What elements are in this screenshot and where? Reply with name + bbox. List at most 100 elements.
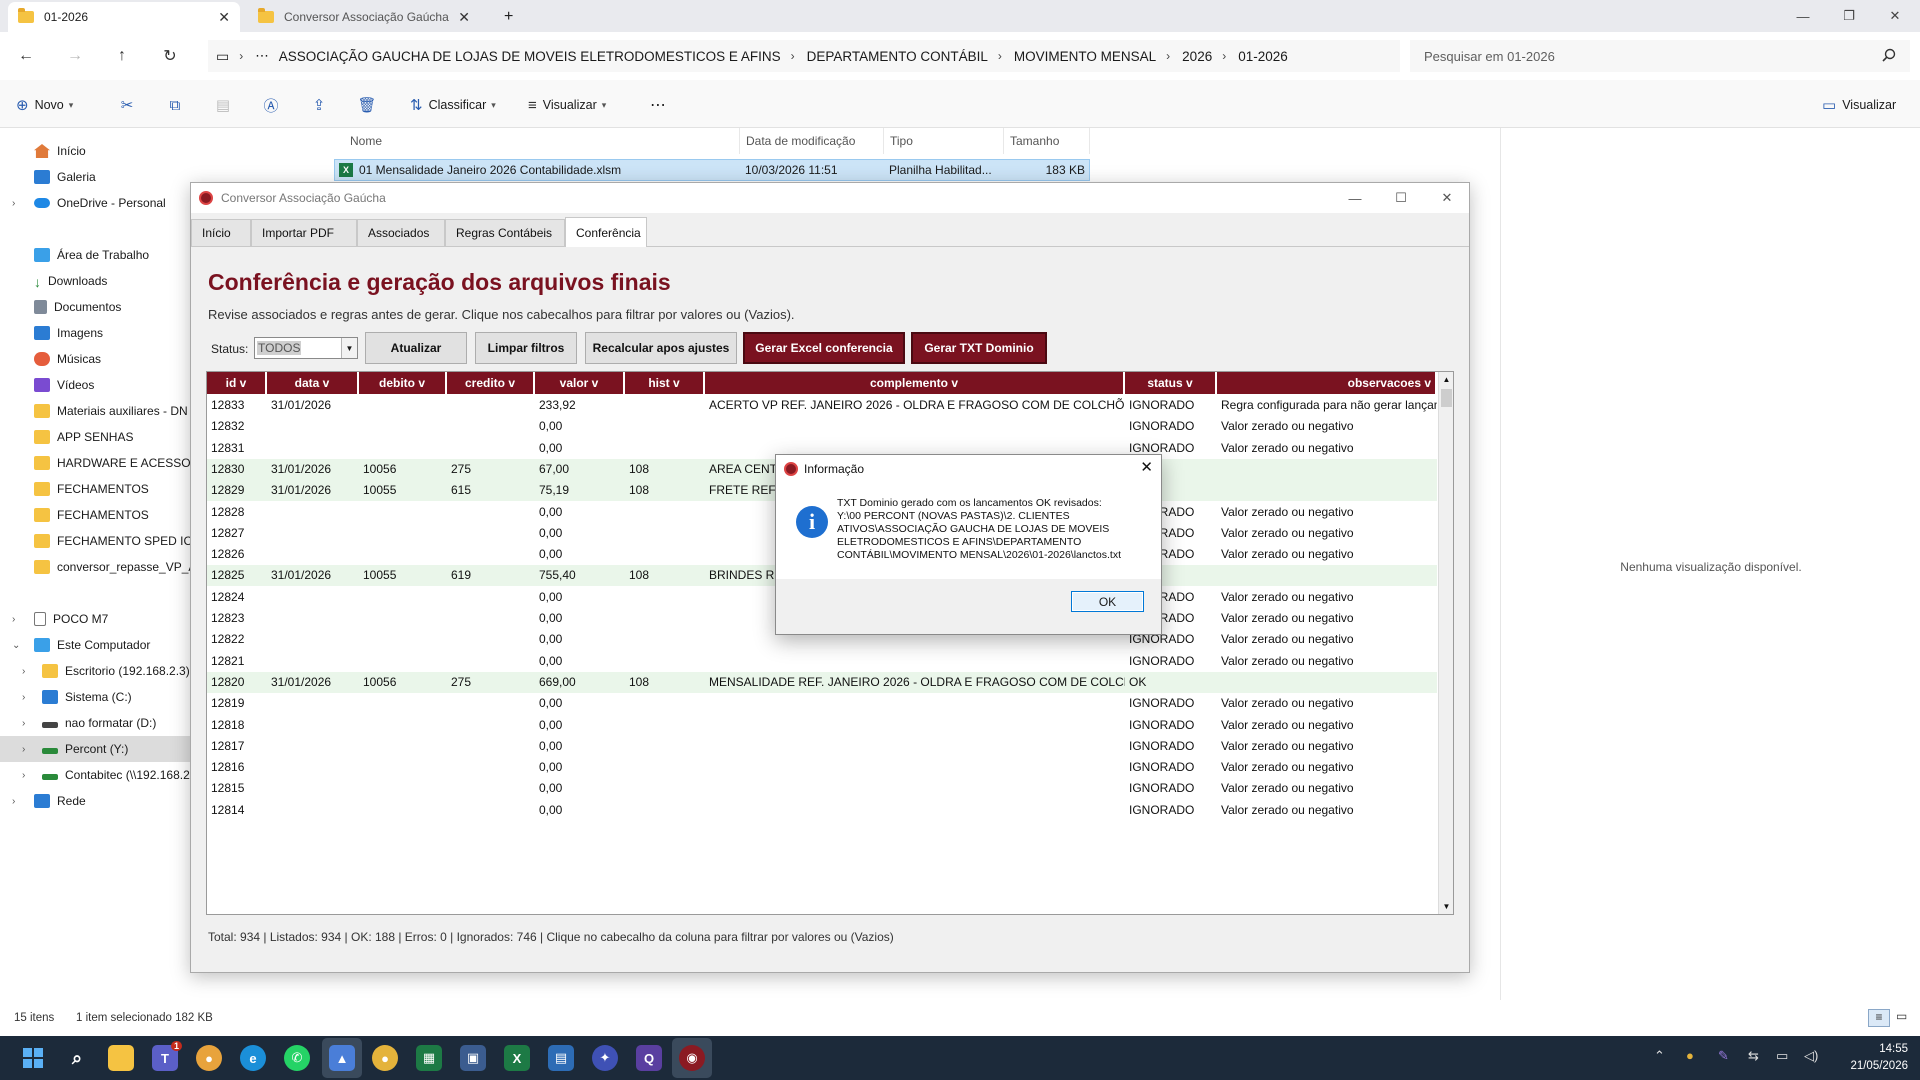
scroll-up-icon[interactable]: ▲ <box>1439 372 1453 387</box>
back-arrow-icon[interactable]: ← <box>14 45 38 67</box>
table-row[interactable]: 12819 0,00 IGNORADO Valor zerado ou negativ… <box>207 693 1437 714</box>
table-row[interactable]: 12817 0,00 IGNORADO Valor zerado ou negativ… <box>207 736 1437 757</box>
generate-txt-button[interactable]: Gerar TXT Dominio <box>911 332 1047 364</box>
search-input[interactable]: Pesquisar em 01-2026 <box>1410 40 1910 72</box>
dominio-icon[interactable]: ✦ <box>592 1045 618 1071</box>
search-icon[interactable]: ⌕ <box>64 1045 90 1071</box>
sidebar-item-imagens[interactable]: Imagens <box>0 320 190 346</box>
breadcrumb-item[interactable]: 01-2026 <box>1238 49 1288 64</box>
conversor-app-icon[interactable]: ◉ <box>679 1045 705 1071</box>
close-window-icon[interactable]: ✕ <box>1872 0 1918 32</box>
sidebar-item-escritorio[interactable]: › Escritorio (192.168.2.3) <box>0 658 190 684</box>
ok-button[interactable]: OK <box>1071 591 1144 612</box>
table-row[interactable]: 12820 31/01/2026 10056 275 669,00 108 MENSALID… <box>207 671 1437 693</box>
sidebar-item-hardware[interactable]: HARDWARE E ACESSOS <box>0 450 190 476</box>
generate-excel-button[interactable]: Gerar Excel conferencia <box>743 332 905 364</box>
tiles-view-icon[interactable]: ▭ <box>1896 1009 1907 1023</box>
sidebar-item-conversor[interactable]: conversor_repasse_VP_As <box>0 554 190 580</box>
grid-scrollbar[interactable]: ▲ ▼ <box>1438 372 1453 914</box>
sort-button[interactable]: ⇅ Classificar ▾ <box>410 94 496 116</box>
chevron-right-icon[interactable]: › <box>22 744 25 755</box>
sidebar-item-documentos[interactable]: Documentos <box>0 294 190 320</box>
sidebar-item-videos[interactable]: Vídeos <box>0 372 190 398</box>
file-row-selected[interactable]: X 01 Mensalidade Janeiro 2026 Contabilid… <box>334 159 1090 181</box>
sidebar-item-galeria[interactable]: Galeria <box>0 164 190 190</box>
sidebar-item-nao-formatar-d[interactable]: › nao formatar (D:) <box>0 710 190 736</box>
pen-icon[interactable]: ✎ <box>1718 1048 1729 1064</box>
chevron-right-icon[interactable]: › <box>22 770 25 781</box>
sidebar-item-downloads[interactable]: ↓ Downloads <box>0 268 190 294</box>
explorer-tab-01-2026[interactable]: 01-2026 ✕ <box>8 2 240 32</box>
refresh-button[interactable]: Atualizar <box>365 332 467 364</box>
more-crumbs-icon[interactable]: ⋯ <box>255 48 269 64</box>
tab-inicio[interactable]: Início <box>191 219 251 246</box>
status-filter-select[interactable]: TODOS ▼ <box>254 337 358 359</box>
preview-pane-button[interactable]: ▭ Visualizar <box>1822 94 1896 116</box>
minimize-icon[interactable]: — <box>1780 0 1826 32</box>
breadcrumb-item[interactable]: MOVIMENTO MENSAL <box>1014 49 1156 64</box>
new-button[interactable]: ⊕ Novo ▾ <box>16 94 73 116</box>
table-row[interactable]: 12833 31/01/2026 233,92 ACERTO VP REF. JANE… <box>207 395 1437 416</box>
clear-filters-button[interactable]: Limpar filtros <box>475 332 577 364</box>
calculator-icon[interactable]: ▤ <box>548 1045 574 1071</box>
sidebar-item-sped[interactable]: FECHAMENTO SPED ICMS <box>0 528 190 554</box>
chevron-down-icon[interactable]: ⌄ <box>12 640 20 651</box>
tab-conferencia[interactable]: Conferência <box>565 217 647 247</box>
column-header-debito[interactable]: debito v <box>359 372 447 394</box>
chevron-right-icon[interactable]: › <box>12 198 15 209</box>
maximize-icon[interactable]: ☐ <box>1381 187 1421 209</box>
column-header-hist[interactable]: hist v <box>625 372 705 394</box>
chevron-right-icon[interactable]: › <box>22 718 25 729</box>
whatsapp-icon[interactable]: ✆ <box>284 1045 310 1071</box>
restore-icon[interactable]: ❐ <box>1826 0 1872 32</box>
table-row[interactable]: 12816 0,00 IGNORADO Valor zerado ou negativ… <box>207 757 1437 778</box>
cut-icon[interactable]: ✂ <box>116 94 138 116</box>
clock[interactable]: 14:55 21/05/2026 <box>1850 1041 1908 1075</box>
share-icon[interactable]: ⇪ <box>308 94 330 116</box>
teams-icon[interactable]: 1T <box>152 1041 182 1071</box>
table-row[interactable]: 12832 0,00 IGNORADO Valor zerado ou negativ… <box>207 416 1437 437</box>
sidebar-item-fechamentos[interactable]: FECHAMENTOS <box>0 476 190 502</box>
sidebar-item-rede[interactable]: › Rede <box>0 788 190 814</box>
sidebar-item-onedrive[interactable]: › OneDrive - Personal <box>0 190 190 216</box>
table-row[interactable]: 12818 0,00 IGNORADO Valor zerado ou negativ… <box>207 715 1437 736</box>
copy-icon[interactable]: ⧉ <box>164 94 186 116</box>
sidebar-item-este-computador[interactable]: ⌄ Este Computador <box>0 632 190 658</box>
column-header-type[interactable]: Tipo <box>884 128 1004 154</box>
rename-icon[interactable]: Ⓐ <box>260 94 282 116</box>
windows-start-icon[interactable] <box>20 1045 46 1071</box>
chevron-right-icon[interactable]: › <box>12 614 15 625</box>
chrome-tray-icon[interactable]: ● <box>1686 1048 1694 1063</box>
sidebar-item-musicas[interactable]: Músicas <box>0 346 190 372</box>
excel-icon[interactable]: X <box>504 1045 530 1071</box>
close-icon[interactable]: ✕ <box>218 9 230 26</box>
details-view-icon[interactable]: ≡ <box>1868 1009 1890 1027</box>
sidebar-item-fechamentos-2[interactable]: FECHAMENTOS <box>0 502 190 528</box>
close-window-icon[interactable]: ✕ <box>1427 187 1467 209</box>
sidebar-item-poco-m7[interactable]: › POCO M7 <box>0 606 190 632</box>
scroll-thumb[interactable] <box>1441 389 1452 407</box>
column-header-complemento[interactable]: complemento v <box>705 372 1125 394</box>
sidebar-item-sistema-c[interactable]: › Sistema (C:) <box>0 684 190 710</box>
monitor-icon[interactable]: ▭ <box>216 48 229 65</box>
sheets-icon[interactable]: ▦ <box>416 1045 442 1071</box>
chrome-profile-icon[interactable]: ● <box>196 1045 222 1071</box>
chevron-up-icon[interactable]: ⌃ <box>1654 1048 1665 1064</box>
query-app-icon[interactable]: Q <box>636 1045 662 1071</box>
column-header-valor[interactable]: valor v <box>535 372 625 394</box>
refresh-icon[interactable]: ↻ <box>158 45 182 67</box>
edge-icon[interactable]: e <box>240 1045 266 1071</box>
chrome-icon[interactable]: ● <box>372 1045 398 1071</box>
tab-regras-contabeis[interactable]: Regras Contábeis <box>445 219 565 246</box>
network-tray-icon[interactable]: ▭ <box>1776 1048 1788 1064</box>
column-header-credito[interactable]: credito v <box>447 372 535 394</box>
up-arrow-icon[interactable]: ↑ <box>110 45 134 67</box>
column-header-observacoes[interactable]: observacoes v <box>1217 372 1437 394</box>
table-row[interactable]: 12821 0,00 IGNORADO Valor zerado ou negativ… <box>207 651 1437 672</box>
sidebar-item-contabitec[interactable]: › Contabitec (\\192.168.2. <box>0 762 190 788</box>
explorer-tab-conversor[interactable]: Conversor Associação Gaúcha ✕ <box>248 2 480 32</box>
recalculate-button[interactable]: Recalcular apos ajustes <box>585 332 737 364</box>
chevron-right-icon[interactable]: › <box>22 666 25 677</box>
column-header-modified[interactable]: Data de modificação <box>740 128 884 154</box>
app-icon[interactable]: ▣ <box>460 1045 486 1071</box>
